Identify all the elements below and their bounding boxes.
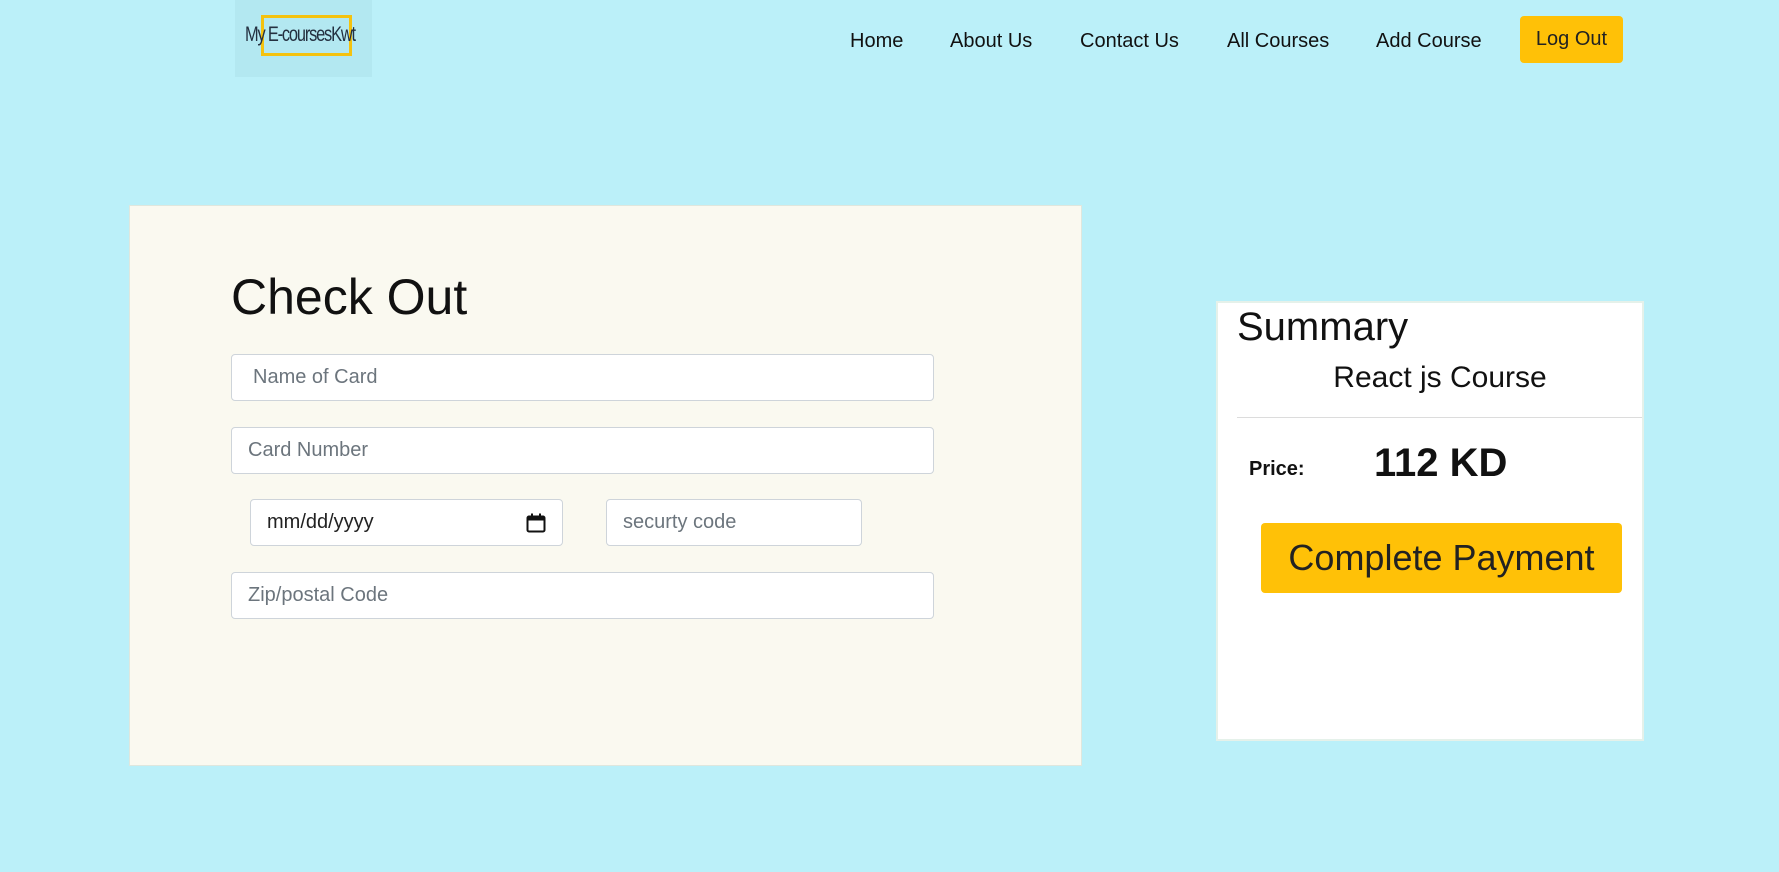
- nav-link-home[interactable]: Home: [850, 30, 903, 53]
- zip-code-input[interactable]: [231, 572, 934, 619]
- logo-text: My E-coursesKwt: [245, 23, 356, 46]
- checkout-title: Check Out: [231, 269, 468, 325]
- top-navbar: My E-coursesKwt Home About Us Contact Us…: [0, 0, 1779, 80]
- checkout-panel: Check Out mm/dd/yyyy: [129, 205, 1082, 766]
- price-value: 112 KD: [1374, 441, 1508, 485]
- summary-card: Summary React js Course Price: 112 KD Co…: [1216, 301, 1644, 741]
- nav-link-all-courses[interactable]: All Courses: [1227, 30, 1329, 53]
- summary-title: Summary: [1237, 305, 1409, 349]
- card-name-input[interactable]: [231, 354, 934, 401]
- brand-logo[interactable]: My E-coursesKwt: [235, 0, 372, 77]
- calendar-icon[interactable]: [526, 513, 546, 533]
- summary-divider: [1237, 417, 1642, 418]
- complete-payment-button[interactable]: Complete Payment: [1261, 523, 1622, 593]
- card-number-input[interactable]: [231, 427, 934, 474]
- expiry-date-value: mm/dd/yyyy: [267, 511, 374, 533]
- nav-link-about-us[interactable]: About Us: [950, 30, 1032, 53]
- nav-link-contact-us[interactable]: Contact Us: [1080, 30, 1179, 53]
- course-name: React js Course: [1333, 361, 1547, 394]
- security-code-input[interactable]: [606, 499, 862, 546]
- nav-link-add-course[interactable]: Add Course: [1376, 30, 1482, 53]
- expiry-date-input[interactable]: mm/dd/yyyy: [250, 499, 563, 546]
- logout-button[interactable]: Log Out: [1520, 16, 1623, 63]
- price-label: Price:: [1249, 458, 1305, 480]
